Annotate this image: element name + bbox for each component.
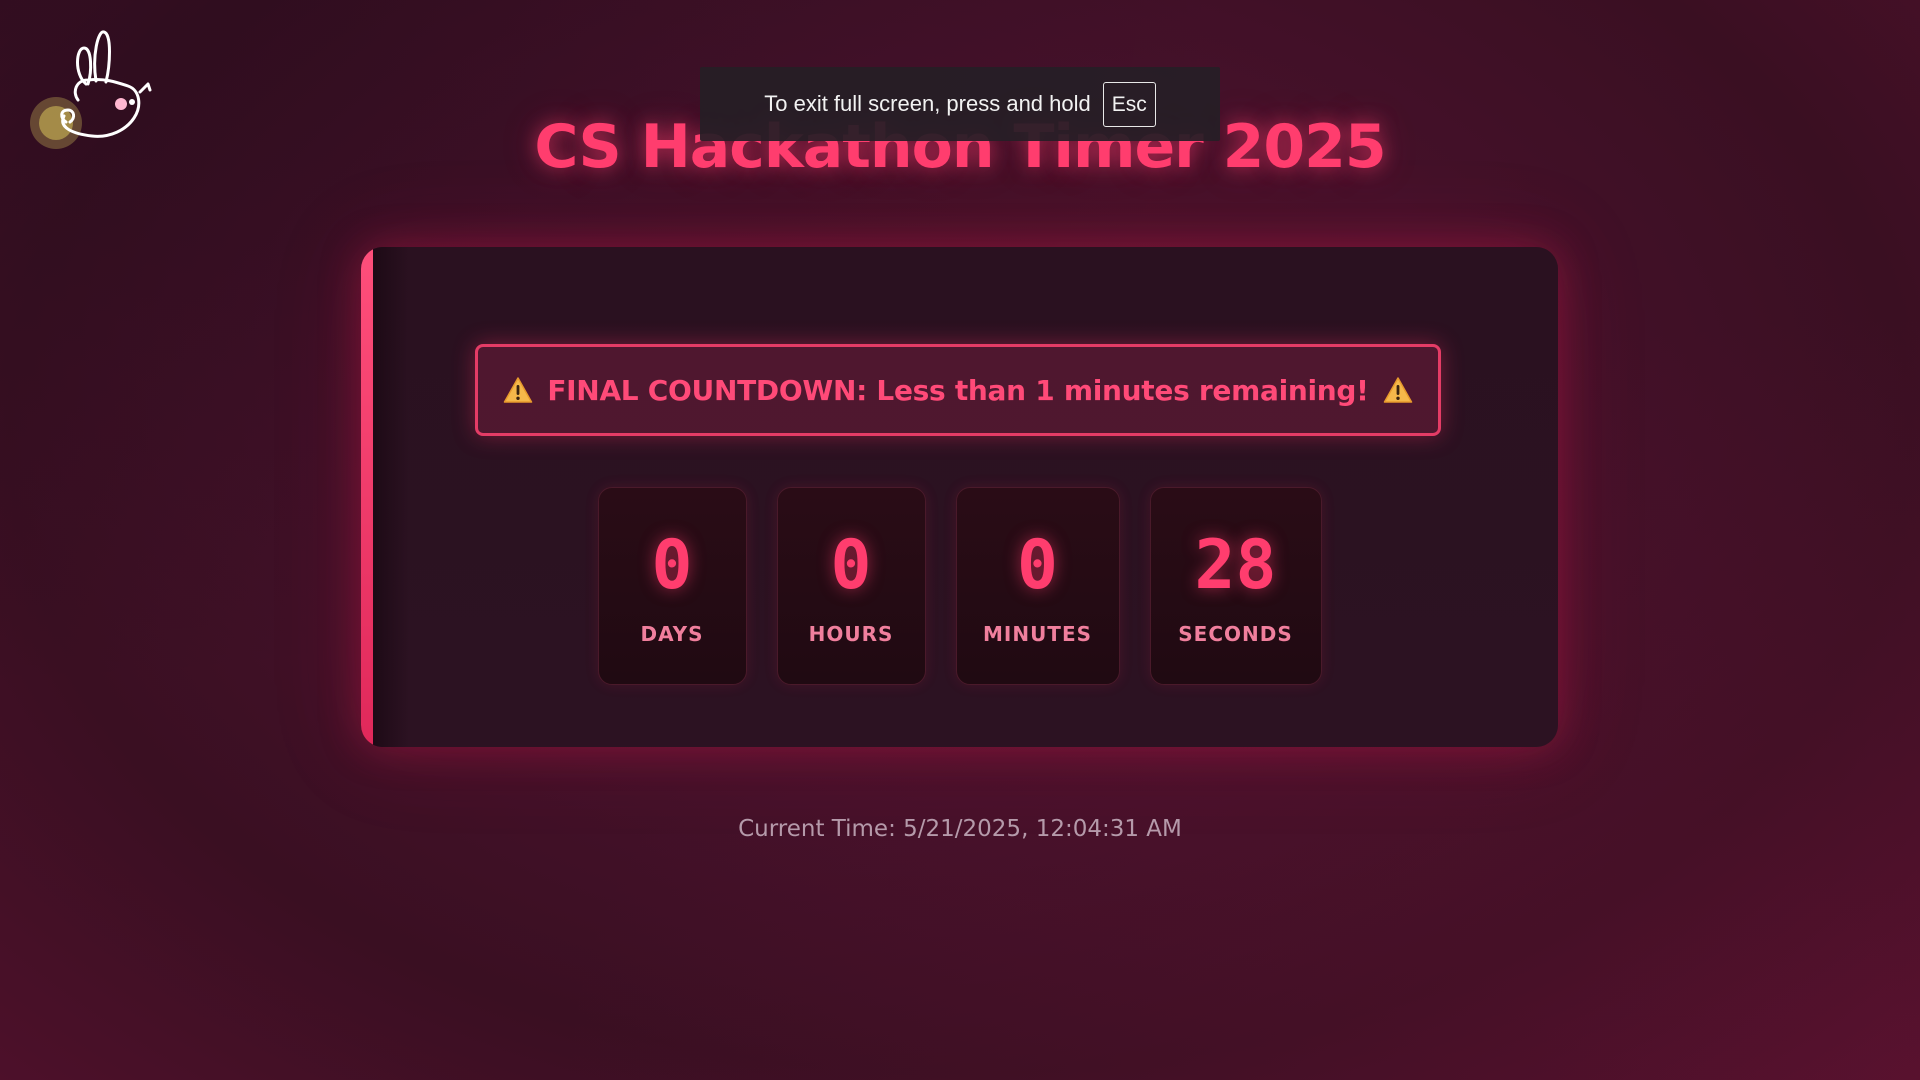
seconds-unit: 28 SECONDS xyxy=(1149,487,1322,685)
hours-value: 0 xyxy=(830,526,872,605)
fullscreen-notice-text: To exit full screen, press and hold xyxy=(764,91,1091,116)
fullscreen-exit-notice: To exit full screen, press and hold Esc xyxy=(700,67,1220,141)
days-value: 0 xyxy=(651,526,693,605)
esc-key-badge: Esc xyxy=(1102,81,1156,127)
hours-unit: 0 HOURS xyxy=(776,487,926,685)
hours-label: HOURS xyxy=(808,622,894,646)
warning-icon xyxy=(503,376,533,404)
current-time: Current Time: 5/21/2025, 12:04:31 AM xyxy=(738,816,1182,842)
final-countdown-banner: FINAL COUNTDOWN: Less than 1 minutes rem… xyxy=(475,344,1441,436)
warning-icon xyxy=(1383,376,1413,404)
days-unit: 0 DAYS xyxy=(597,487,747,685)
warning-text: FINAL COUNTDOWN: Less than 1 minutes rem… xyxy=(547,373,1369,407)
minutes-unit: 0 MINUTES xyxy=(955,487,1120,685)
minutes-value: 0 xyxy=(1017,526,1058,605)
days-label: DAYS xyxy=(640,622,704,646)
seconds-label: SECONDS xyxy=(1178,622,1293,646)
timer-card: FINAL COUNTDOWN: Less than 1 minutes rem… xyxy=(361,247,1558,747)
countdown-units: 0 DAYS 0 HOURS 0 MINUTES 28 SECONDS xyxy=(361,487,1558,685)
minutes-label: MINUTES xyxy=(982,622,1093,646)
seconds-value: 28 xyxy=(1194,526,1277,605)
